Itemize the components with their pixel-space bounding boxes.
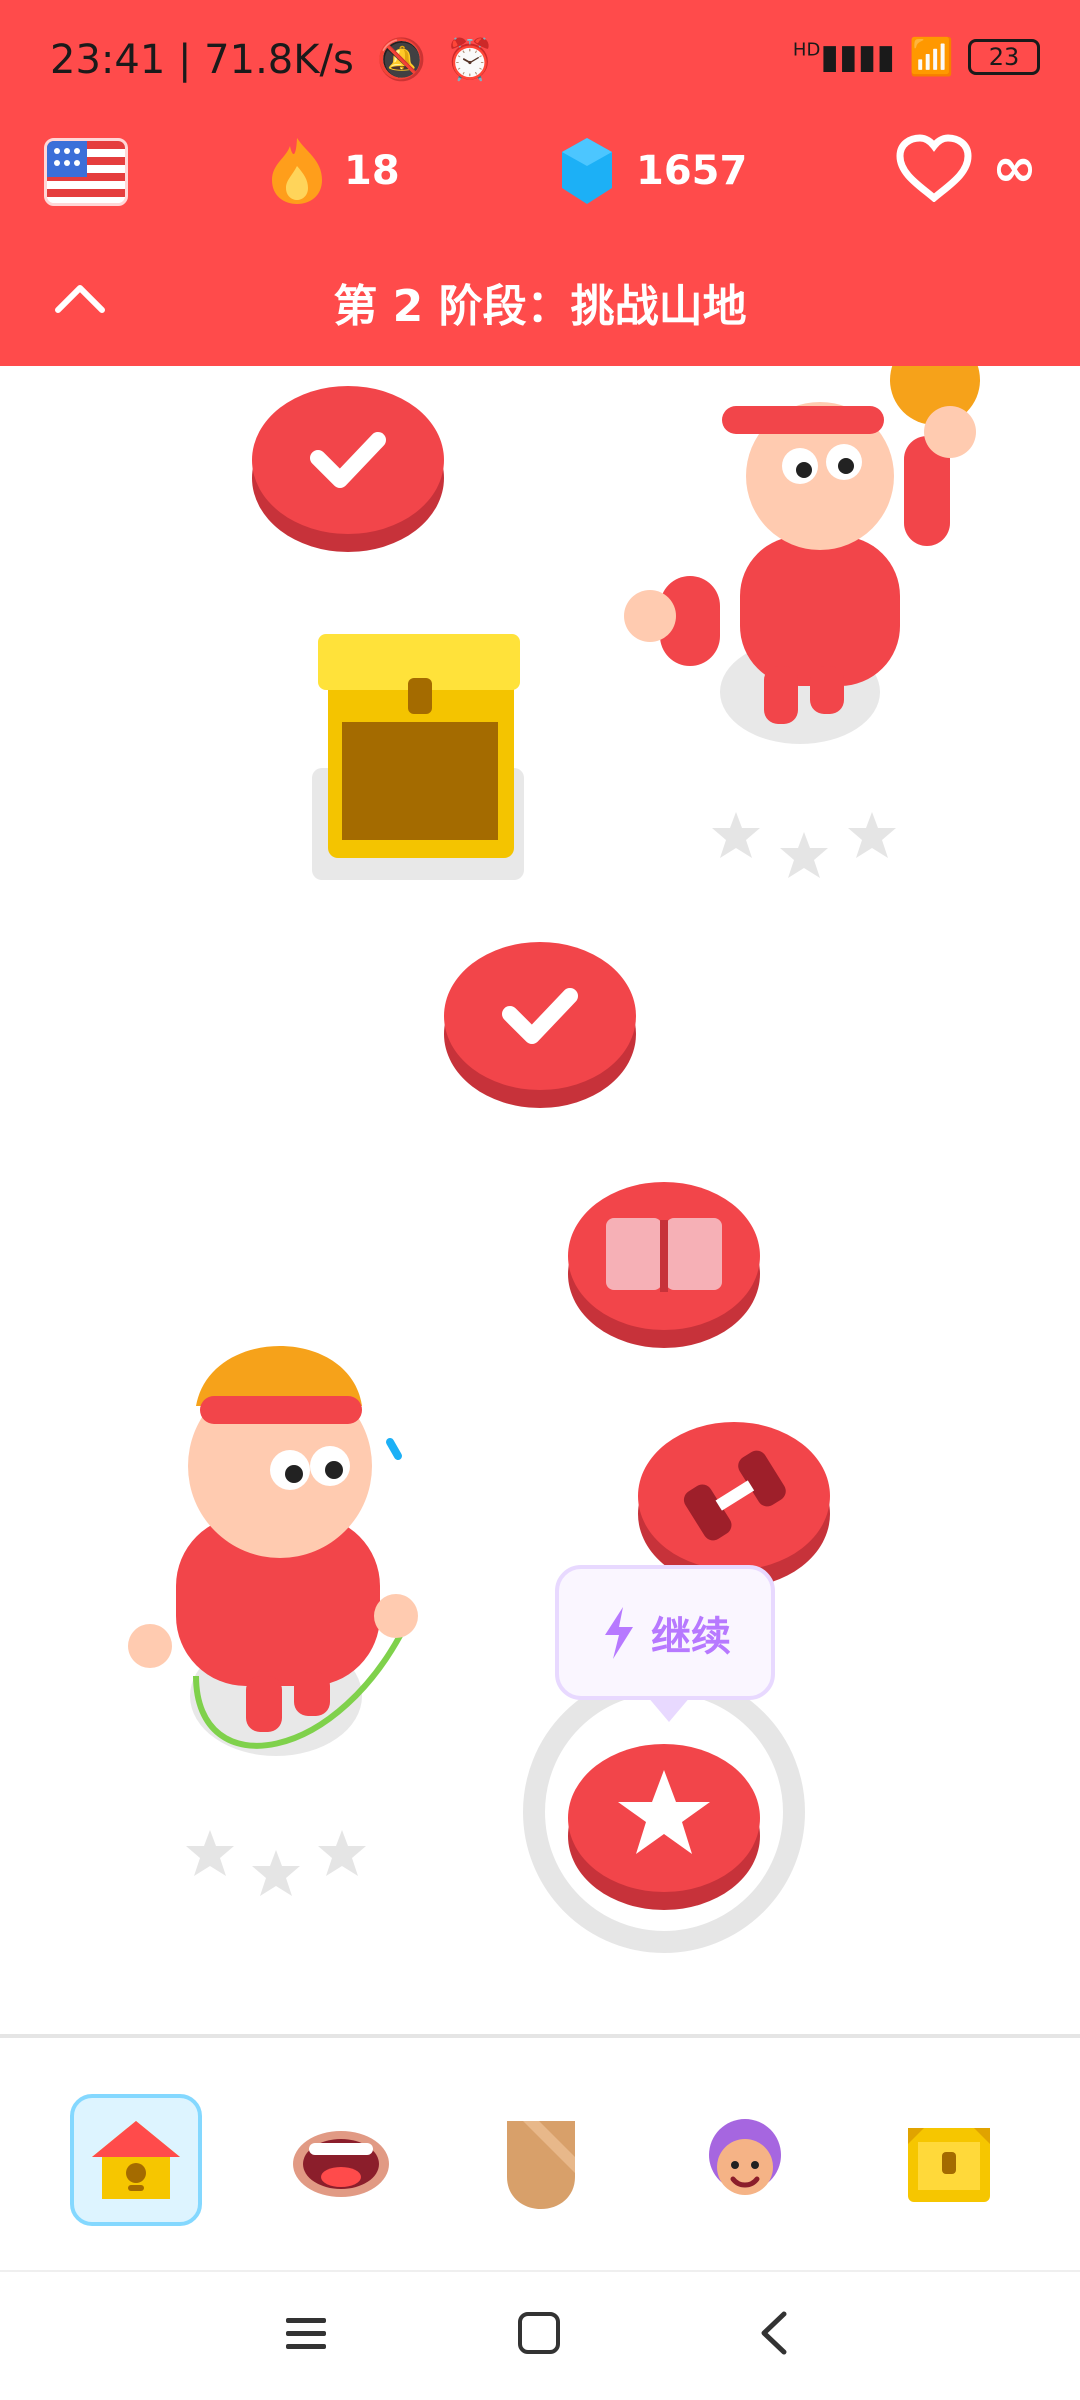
back-icon	[761, 2311, 787, 2355]
hamburger-icon	[286, 2318, 326, 2349]
nav-home[interactable]	[70, 2094, 202, 2226]
wifi-icon: 📶	[909, 37, 954, 78]
heart-icon	[896, 134, 972, 202]
lightning-icon	[605, 1606, 633, 1659]
nav-profile[interactable]	[690, 2108, 800, 2218]
lesson-node-completed-2[interactable]	[444, 942, 636, 1108]
network-label: HD	[792, 39, 821, 61]
square-icon	[518, 2312, 560, 2354]
star-icon	[848, 812, 896, 858]
system-nav-bar	[0, 2270, 1080, 2400]
path-canvas	[128, 335, 980, 1953]
nav-shop[interactable]	[894, 2108, 1004, 2218]
nav-speak[interactable]	[286, 2116, 396, 2212]
home-system-button[interactable]	[516, 2310, 562, 2356]
character-basketball	[624, 335, 980, 744]
status-time-speed: 23:41 | 71.8K/s 🔕 ⏰	[50, 36, 495, 83]
course-flag[interactable]	[44, 138, 128, 206]
story-node[interactable]	[568, 1182, 760, 1348]
fire-icon	[272, 138, 322, 204]
hearts-value: ∞	[992, 136, 1037, 199]
chest-icon	[908, 2128, 990, 2202]
star-icon	[186, 1830, 234, 1876]
streak-value: 18	[344, 148, 400, 194]
status-icons: HD▮▮▮▮ 📶 23	[793, 36, 1040, 78]
stat-bar: 18 1657 ∞	[0, 128, 1080, 238]
streak-counter[interactable]: 18	[270, 136, 400, 206]
treasure-chest-node[interactable]	[312, 634, 524, 880]
menu-button[interactable]	[284, 2312, 328, 2356]
home-icon	[92, 2121, 180, 2199]
avatar-icon	[709, 2119, 781, 2195]
signal-icon: HD▮▮▮▮	[792, 37, 896, 77]
star-icon	[780, 832, 828, 878]
status-time-speed-text: 23:41 | 71.8K/s	[50, 37, 354, 83]
star-icon	[712, 812, 760, 858]
hearts-counter[interactable]: ∞	[896, 134, 1037, 202]
gems-value: 1657	[636, 148, 748, 194]
lesson-path	[0, 335, 1080, 2036]
top-bar: 23:41 | 71.8K/s 🔕 ⏰ HD▮▮▮▮ 📶 23 18 1657 …	[0, 0, 1080, 366]
book-icon	[606, 1218, 722, 1292]
gem-icon	[562, 138, 612, 204]
bottom-nav	[0, 2034, 1080, 2270]
continue-label: 继续	[651, 1613, 731, 1660]
lesson-node-completed-1[interactable]	[252, 386, 444, 552]
back-system-button[interactable]	[754, 2310, 794, 2356]
star-icon	[318, 1830, 366, 1876]
treasure-chest-icon	[318, 634, 520, 858]
mouth-icon	[293, 2131, 389, 2197]
continue-tooltip[interactable]: 继续	[555, 1565, 775, 1722]
star-icon	[252, 1850, 300, 1896]
shield-icon	[507, 2121, 575, 2209]
stars-group-1	[712, 812, 896, 878]
nav-league[interactable]	[496, 2110, 586, 2220]
gems-counter[interactable]: 1657	[560, 136, 747, 206]
battery-icon: 23	[968, 39, 1040, 75]
mute-icon: 🔕	[376, 37, 427, 83]
us-flag-icon	[47, 141, 125, 203]
alarm-icon: ⏰	[445, 37, 495, 83]
character-jump-rope	[128, 1346, 418, 1756]
unit-title: 第 2 阶段：挑战山地	[333, 281, 747, 332]
stars-group-2	[186, 1830, 366, 1896]
practice-node[interactable]	[638, 1422, 830, 1588]
